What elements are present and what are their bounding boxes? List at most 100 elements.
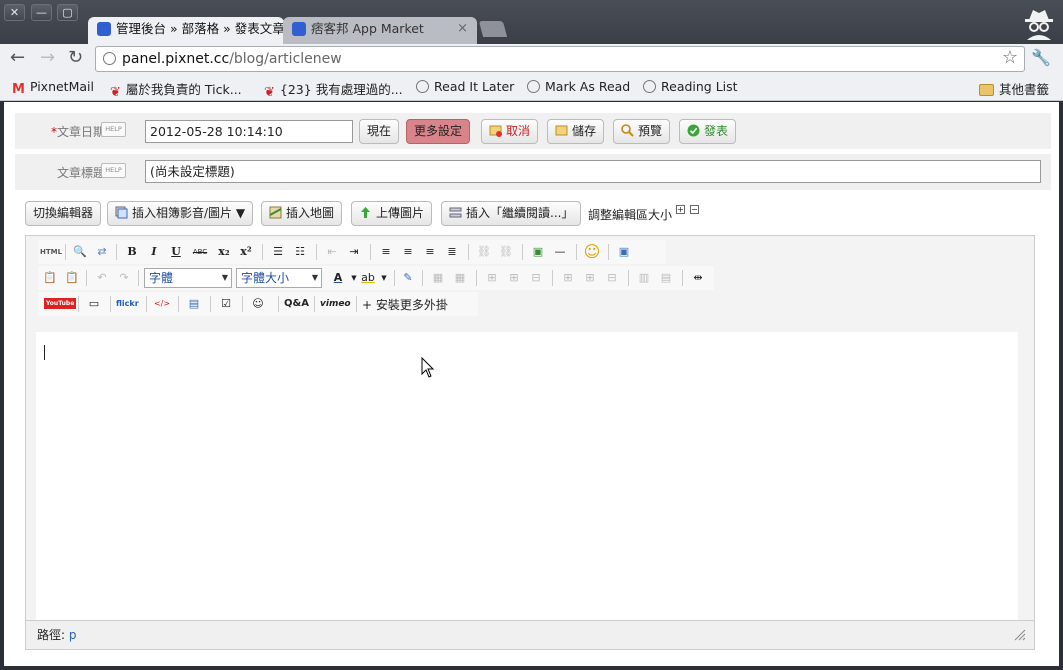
back-arrow-icon[interactable]: ← — [10, 47, 25, 68]
align-justify-icon[interactable]: ≣ — [442, 242, 462, 262]
font-family-select[interactable]: 字體 ▼ — [144, 268, 232, 288]
window-maximize-icon[interactable]: ▢ — [57, 4, 78, 21]
shrink-editor-icon[interactable]: − — [690, 205, 699, 214]
edit-table-icon[interactable]: ✎ — [398, 268, 418, 288]
strikethrough-button[interactable]: ABC — [190, 242, 210, 262]
emoticon-icon[interactable]: ☺ — [582, 242, 602, 262]
html-embed-icon[interactable]: </> — [152, 294, 172, 314]
more-settings-button[interactable]: 更多設定 — [406, 119, 471, 144]
html-source-button[interactable]: HTML — [40, 244, 62, 260]
upload-image-button[interactable]: 上傳圖片 — [351, 201, 433, 226]
video-embed-icon[interactable]: ▭ — [84, 294, 104, 314]
outdent-icon[interactable]: ⇤ — [322, 242, 342, 262]
link-icon[interactable]: ⛓ — [474, 242, 494, 262]
preview-button[interactable]: 預覽 — [613, 119, 671, 144]
editor-body[interactable] — [36, 332, 1018, 620]
insert-row-after-icon[interactable]: ⊞ — [504, 268, 524, 288]
align-center-icon[interactable]: ≡ — [398, 242, 418, 262]
wrench-menu-icon[interactable]: 🔧 — [1031, 48, 1051, 67]
dropdown-arrow-icon: ▼ — [235, 206, 246, 220]
horizontal-rule-icon[interactable]: — — [550, 242, 570, 262]
underline-button[interactable]: U — [166, 242, 186, 262]
date-help-button[interactable]: HELP — [101, 122, 126, 137]
subscript-button[interactable]: x₂ — [214, 242, 234, 262]
checklist-icon[interactable]: ☑ — [216, 294, 236, 314]
find-icon[interactable]: 🔍 — [70, 242, 90, 262]
path-element-link[interactable]: p — [69, 628, 77, 642]
bold-button[interactable]: B — [122, 242, 142, 262]
replace-icon[interactable]: ⇄ — [92, 242, 112, 262]
address-bar[interactable]: panel.pixnet.cc/blog/articlenew ☆ — [95, 46, 1025, 72]
bookmark-label: 屬於我負責的 Tick... — [125, 82, 242, 97]
plus-icon: + — [362, 298, 373, 312]
new-tab-button[interactable] — [478, 21, 508, 37]
youtube-icon[interactable]: YouTube — [44, 298, 77, 309]
save-button[interactable]: 儲存 — [547, 119, 605, 144]
expand-editor-icon[interactable]: + — [676, 205, 685, 214]
bookmark-pixnetmail[interactable]: M PixnetMail — [12, 79, 94, 97]
delete-row-icon[interactable]: ⊟ — [526, 268, 546, 288]
emoticon-plus-icon[interactable]: ☺ — [248, 294, 268, 314]
undo-icon[interactable]: ↶ — [92, 268, 112, 288]
redo-icon[interactable]: ↷ — [114, 268, 134, 288]
install-plugins-button[interactable]: + 安裝更多外掛 — [362, 296, 448, 313]
page-globe-icon — [103, 52, 116, 65]
window-close-icon[interactable]: ✕ — [4, 4, 25, 21]
reload-icon[interactable]: ↻ — [68, 47, 83, 68]
split-cell-icon[interactable]: ▥ — [634, 268, 654, 288]
bookmark-other[interactable]: 其他書籤 — [979, 79, 1049, 98]
superscript-button[interactable]: x² — [236, 242, 256, 262]
font-size-select[interactable]: 字體大小 ▼ — [236, 268, 322, 288]
align-right-icon[interactable]: ≡ — [420, 242, 440, 262]
unordered-list-icon[interactable]: ☷ — [290, 242, 310, 262]
bookmark-read-it-later[interactable]: Read It Later — [416, 79, 514, 94]
ordered-list-icon[interactable]: ☰ — [268, 242, 288, 262]
indent-icon[interactable]: ⇥ — [344, 242, 364, 262]
dropdown-arrow-icon: ▼ — [221, 273, 228, 282]
photo-icon[interactable]: ▤ — [184, 294, 204, 314]
resize-handle-icon[interactable] — [1014, 629, 1026, 641]
bookmark-handled-tickets[interactable]: ❦ {23} 我有處理過的... — [264, 79, 403, 100]
switch-editor-button[interactable]: 切換編輯器 — [25, 201, 102, 226]
tab-article-new[interactable]: 管理後台 » 部落格 » 發表文章 — [88, 17, 284, 44]
page-break-icon[interactable]: ⇹ — [688, 268, 708, 288]
publish-button[interactable]: 發表 — [679, 119, 737, 144]
title-input[interactable]: (尚未設定標題) — [145, 160, 1041, 183]
magnifier-icon — [621, 124, 634, 137]
title-help-button[interactable]: HELP — [101, 163, 126, 178]
insert-album-button[interactable]: 插入相簿影音/圖片 ▼ — [107, 201, 254, 226]
insert-col-before-icon[interactable]: ⊞ — [558, 268, 578, 288]
window-minimize-icon[interactable]: — — [31, 4, 52, 21]
align-left-icon[interactable]: ≡ — [376, 242, 396, 262]
date-input[interactable]: 2012-05-28 10:14:10 — [145, 120, 353, 143]
insert-readmore-button[interactable]: 插入「繼續閱讀...」 — [441, 201, 582, 226]
bookmark-star-icon[interactable]: ☆ — [1002, 46, 1018, 70]
vimeo-icon[interactable]: vimeo — [320, 296, 351, 312]
cancel-button[interactable]: 取消 — [481, 119, 539, 144]
table-props-icon[interactable]: ▦ — [450, 268, 470, 288]
unlink-icon[interactable]: ⛓ — [496, 242, 516, 262]
insert-map-button[interactable]: 插入地圖 — [261, 201, 343, 226]
forward-arrow-icon[interactable]: → — [40, 47, 55, 68]
tab-close-icon[interactable]: × — [457, 17, 468, 41]
address-domain: panel.pixnet.cc — [122, 51, 230, 67]
qa-icon[interactable]: Q&A — [284, 296, 309, 312]
italic-button[interactable]: I — [144, 242, 164, 262]
paste-icon[interactable]: 📋 — [40, 268, 60, 288]
bookmark-reading-list[interactable]: Reading List — [643, 79, 738, 94]
bookmark-mark-as-read[interactable]: Mark As Read — [527, 79, 630, 94]
image-icon[interactable]: ▣ — [528, 242, 548, 262]
insert-row-before-icon[interactable]: ⊞ — [482, 268, 502, 288]
bookmark-my-tickets[interactable]: ❦ 屬於我負責的 Tick... — [110, 79, 242, 100]
insert-col-after-icon[interactable]: ⊞ — [580, 268, 600, 288]
merge-cell-icon[interactable]: ▤ — [656, 268, 676, 288]
highlight-dropdown-icon[interactable]: ▼ — [374, 268, 394, 288]
delete-col-icon[interactable]: ⊟ — [602, 268, 622, 288]
paste-word-icon[interactable]: 📋 — [62, 268, 82, 288]
bookmark-label: {23} 我有處理過的... — [279, 82, 403, 97]
now-button[interactable]: 現在 — [359, 119, 400, 144]
fullscreen-icon[interactable]: ▣ — [614, 242, 634, 262]
flickr-icon[interactable]: flickr — [116, 296, 139, 312]
table-icon[interactable]: ▦ — [428, 268, 448, 288]
tab-app-market[interactable]: 痞客邦 App Market × — [283, 17, 477, 44]
